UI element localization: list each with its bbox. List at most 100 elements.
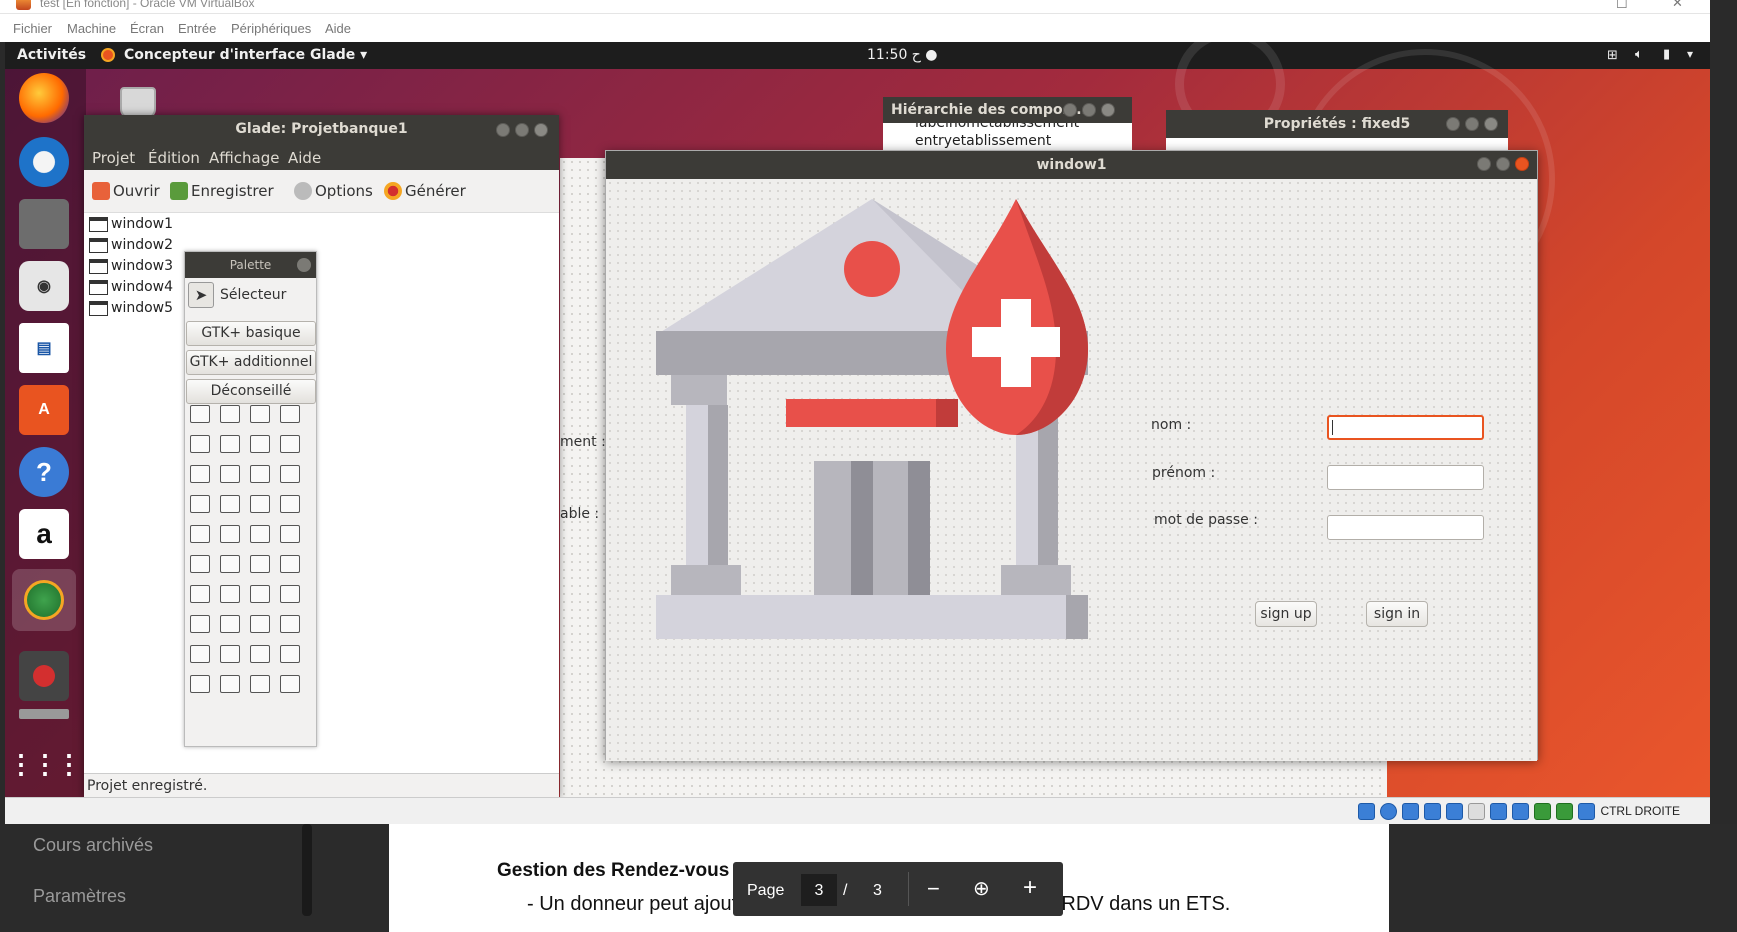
- save-button[interactable]: Enregistrer: [170, 182, 274, 200]
- battery-icon[interactable]: ▮: [1663, 47, 1670, 62]
- palette-widget-icon[interactable]: [250, 435, 270, 453]
- palette-widget-icon[interactable]: [250, 525, 270, 543]
- palette-widget-icon[interactable]: [250, 555, 270, 573]
- menu-machine[interactable]: Machine: [67, 21, 116, 36]
- palette-widget-icon[interactable]: [190, 465, 210, 483]
- network-status-icon[interactable]: [1424, 803, 1441, 820]
- thunderbird-icon[interactable]: [19, 137, 69, 187]
- network-icon[interactable]: ⊞: [1607, 48, 1618, 63]
- menu-peripheriques[interactable]: Périphériques: [231, 21, 311, 36]
- menu-fichier[interactable]: Fichier: [13, 21, 52, 36]
- audio-icon[interactable]: [1402, 803, 1419, 820]
- activities-button[interactable]: Activités: [17, 47, 86, 63]
- maximize-icon[interactable]: ☐: [1616, 0, 1628, 12]
- page-current-input[interactable]: 3: [801, 874, 837, 906]
- palette-widget-icon[interactable]: [250, 465, 270, 483]
- tree-item-window2[interactable]: window2: [89, 237, 173, 253]
- menu-projet[interactable]: Projet: [92, 149, 135, 167]
- clock[interactable]: 11:50 ح ●: [867, 47, 938, 63]
- palette-widget-icon[interactable]: [250, 615, 270, 633]
- shared-folder-icon[interactable]: [1468, 803, 1485, 820]
- palette-widget-icon[interactable]: [280, 675, 300, 693]
- palette-widget-icon[interactable]: [220, 465, 240, 483]
- palette-widget-icon[interactable]: [220, 435, 240, 453]
- display-icon[interactable]: [1490, 803, 1507, 820]
- palette-widget-icon[interactable]: [190, 525, 210, 543]
- virtualbox-dock-icon[interactable]: [19, 651, 69, 701]
- writer-icon[interactable]: ▤: [19, 323, 69, 373]
- palette-widget-icon[interactable]: [190, 675, 210, 693]
- volume-icon[interactable]: 🔈︎: [1635, 47, 1643, 62]
- tree-item-window4[interactable]: window4: [89, 279, 173, 295]
- cpu-icon[interactable]: [1534, 803, 1551, 820]
- palette-widget-icon[interactable]: [280, 645, 300, 663]
- palette-close-icon[interactable]: [297, 258, 311, 272]
- help-icon[interactable]: ?: [19, 447, 69, 497]
- group-gtk-basic[interactable]: GTK+ basique: [186, 321, 316, 346]
- palette-widget-icon[interactable]: [190, 435, 210, 453]
- glade-dock-icon[interactable]: [12, 569, 76, 631]
- firefox-icon[interactable]: [19, 73, 69, 123]
- tree-item-window3[interactable]: window3: [89, 258, 173, 274]
- palette-widget-icon[interactable]: [220, 405, 240, 423]
- sidebar-settings[interactable]: Paramètres: [33, 886, 126, 907]
- options-button[interactable]: Options: [294, 182, 373, 200]
- menu-ecran[interactable]: Écran: [130, 21, 164, 36]
- zoom-in-icon[interactable]: +: [1023, 874, 1037, 902]
- palette-widget-icon[interactable]: [280, 585, 300, 603]
- generate-button[interactable]: Générer: [384, 182, 466, 200]
- mouse-integration-icon[interactable]: [1556, 803, 1573, 820]
- palette-widget-icon[interactable]: [220, 525, 240, 543]
- system-menu-icon[interactable]: ▾: [1687, 47, 1693, 61]
- password-input[interactable]: [1327, 515, 1484, 540]
- prenom-input[interactable]: [1327, 465, 1484, 490]
- zoom-icon[interactable]: ⊕: [973, 876, 990, 901]
- palette-widget-icon[interactable]: [250, 645, 270, 663]
- hierarchy-item[interactable]: entryetablissement: [915, 133, 1051, 149]
- palette-widget-icon[interactable]: [190, 585, 210, 603]
- signup-button[interactable]: sign up: [1255, 601, 1317, 627]
- palette-widget-icon[interactable]: [280, 555, 300, 573]
- selector-tool[interactable]: ➤ Sélecteur: [188, 282, 286, 308]
- signin-button[interactable]: sign in: [1366, 601, 1428, 627]
- palette-widget-icon[interactable]: [190, 405, 210, 423]
- close-icon[interactable]: ✕: [1672, 0, 1683, 11]
- group-deprecated[interactable]: Déconseillé: [186, 379, 316, 404]
- keyboard-icon[interactable]: [1578, 803, 1595, 820]
- menu-entree[interactable]: Entrée: [178, 21, 216, 36]
- palette-widget-icon[interactable]: [280, 525, 300, 543]
- tree-item-window5[interactable]: window5: [89, 300, 173, 316]
- palette-widget-icon[interactable]: [220, 555, 240, 573]
- sidebar-archived-courses[interactable]: Cours archivés: [33, 835, 153, 856]
- palette-widget-icon[interactable]: [220, 495, 240, 513]
- palette-widget-icon[interactable]: [250, 405, 270, 423]
- palette-widget-icon[interactable]: [280, 615, 300, 633]
- app-menu[interactable]: Concepteur d'interface Glade ▾: [124, 47, 367, 63]
- palette-widget-icon[interactable]: [190, 615, 210, 633]
- app-grid-icon[interactable]: ⋮⋮⋮: [8, 739, 82, 789]
- palette-widget-icon[interactable]: [250, 495, 270, 513]
- palette-widget-icon[interactable]: [250, 585, 270, 603]
- palette-widget-icon[interactable]: [280, 495, 300, 513]
- palette-widget-icon[interactable]: [190, 645, 210, 663]
- palette-widget-icon[interactable]: [250, 675, 270, 693]
- palette-widget-icon[interactable]: [220, 645, 240, 663]
- nom-input[interactable]: [1327, 415, 1484, 440]
- rhythmbox-icon[interactable]: ◉: [19, 261, 69, 311]
- palette-widget-icon[interactable]: [220, 615, 240, 633]
- menu-aide-glade[interactable]: Aide: [288, 149, 321, 167]
- palette-widget-icon[interactable]: [280, 465, 300, 483]
- tree-item-window1[interactable]: window1: [89, 216, 173, 232]
- open-button[interactable]: Ouvrir: [92, 182, 160, 200]
- amazon-icon[interactable]: a: [19, 509, 69, 559]
- group-gtk-additional[interactable]: GTK+ additionnel: [186, 350, 316, 375]
- palette-widget-icon[interactable]: [220, 675, 240, 693]
- software-icon[interactable]: A: [19, 385, 69, 435]
- palette-widget-icon[interactable]: [190, 555, 210, 573]
- zoom-out-icon[interactable]: −: [927, 876, 940, 902]
- recording-icon[interactable]: [1512, 803, 1529, 820]
- menu-aide[interactable]: Aide: [325, 21, 351, 36]
- files-icon[interactable]: [19, 199, 69, 249]
- palette-widget-icon[interactable]: [280, 435, 300, 453]
- optical-icon[interactable]: [1380, 803, 1397, 820]
